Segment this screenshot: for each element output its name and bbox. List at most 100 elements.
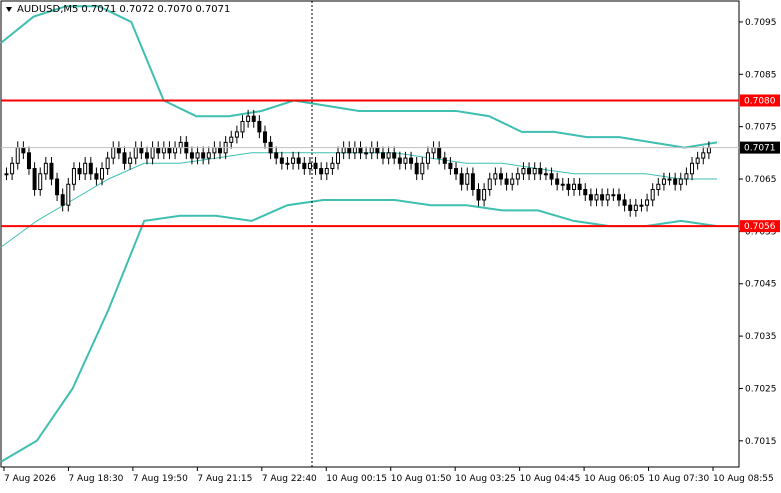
candle-body — [566, 183, 571, 190]
candle-body — [358, 147, 363, 154]
candle-body — [661, 178, 666, 185]
candle-body — [296, 157, 301, 164]
symbol-label: AUDUSD,M5 — [17, 4, 79, 15]
high-value: 0.7072 — [119, 4, 155, 15]
candle-body — [437, 147, 442, 159]
x-tick-label: 10 Aug 00:15 — [326, 474, 387, 484]
candle-body — [527, 168, 532, 175]
candle-body — [425, 152, 430, 164]
candle-body — [144, 152, 149, 159]
candle-body — [178, 141, 183, 149]
candle-body — [476, 188, 481, 201]
candle-body — [442, 157, 447, 164]
candle-body — [195, 152, 200, 159]
x-tick-label: 7 Aug 19:50 — [133, 474, 188, 484]
candle-body — [684, 173, 689, 180]
candle-body — [274, 152, 279, 159]
candle-body — [60, 194, 65, 206]
candle-body — [588, 194, 593, 201]
candle-body — [189, 152, 194, 159]
candle-body — [577, 183, 582, 190]
candle-body — [482, 188, 487, 201]
x-tick-label: 10 Aug 01:50 — [391, 474, 452, 484]
candle-body — [324, 168, 329, 175]
candle-body — [100, 168, 105, 180]
x-tick-label: 10 Aug 07:30 — [649, 474, 710, 484]
close-value: 0.7071 — [195, 4, 231, 15]
candle-body — [83, 162, 88, 175]
y-tick-label: 0.7075 — [745, 123, 777, 133]
candle-body — [678, 178, 683, 185]
candle-body — [307, 162, 312, 170]
candle-body — [515, 173, 520, 180]
candle-body — [66, 183, 71, 206]
candle-body — [229, 136, 234, 143]
candle-body — [656, 183, 661, 190]
candle-body — [628, 204, 633, 211]
candle-body — [448, 162, 453, 170]
y-tick-label: 0.7085 — [745, 70, 777, 80]
candle-body — [201, 152, 206, 159]
collapse-triangle-icon[interactable] — [6, 7, 12, 12]
candle-body — [622, 199, 627, 206]
candle-body — [21, 147, 26, 154]
candle-body — [38, 173, 43, 190]
candle-body — [532, 168, 537, 175]
candle-body — [246, 115, 251, 122]
candle-body — [105, 157, 110, 170]
candle-body — [139, 147, 144, 154]
candle-body — [409, 157, 414, 164]
candle-body — [94, 173, 99, 180]
candle-body — [470, 173, 475, 190]
candle-body — [71, 168, 76, 185]
candle-body — [611, 194, 616, 197]
x-tick-label: 7 Aug 18:30 — [68, 474, 123, 484]
candle-body — [319, 168, 324, 175]
candle-body — [414, 162, 419, 175]
candle-body — [386, 152, 391, 159]
open-value: 0.7071 — [81, 4, 117, 15]
candle-body — [285, 162, 290, 165]
candle-body — [633, 204, 638, 211]
candle-body — [364, 152, 369, 155]
candle-body — [313, 162, 318, 170]
candle-body — [15, 147, 20, 164]
y-tick-label: 0.7095 — [745, 18, 777, 28]
x-tick-label: 7 Aug 2026 — [4, 474, 56, 484]
candle-body — [240, 120, 245, 133]
candle-body — [218, 147, 223, 154]
candle-body — [521, 168, 526, 175]
x-tick-label: 10 Aug 08:55 — [713, 474, 774, 484]
candle-body — [701, 152, 706, 159]
candle-body — [420, 162, 425, 175]
plot-border — [0, 0, 740, 468]
candle-body — [465, 173, 470, 185]
candle-body — [116, 147, 121, 154]
current-price-label: 0.7071 — [744, 144, 776, 154]
candle-body — [583, 188, 588, 196]
price-chart-svg[interactable]: 0.70950.70850.70750.70650.70550.70450.70… — [0, 0, 781, 489]
candle-body — [403, 157, 408, 164]
candle-body — [650, 188, 655, 201]
candle-body — [645, 199, 650, 206]
candle-body — [206, 152, 211, 159]
level-price-label: 0.7080 — [744, 96, 776, 106]
chart-area[interactable]: 0.7095 0.7085 0.7075 0.7065 0.7055 0.7045 0.70… — [0, 0, 781, 489]
candle-body — [32, 168, 37, 190]
candle-body — [397, 157, 402, 164]
symbol-header: AUDUSD,M5 0.7071 0.7072 0.7070 0.7071 — [6, 4, 230, 15]
candle-body — [161, 147, 166, 154]
candle-body — [347, 147, 352, 154]
candle-body — [10, 162, 15, 175]
candle-body — [133, 147, 138, 159]
candle-body — [431, 147, 436, 154]
candle-body — [600, 194, 605, 201]
candle-body — [667, 178, 672, 181]
candle-body — [111, 147, 116, 159]
candle-body — [234, 131, 239, 138]
x-tick-label: 7 Aug 22:40 — [262, 474, 317, 484]
candle-body — [616, 194, 621, 201]
candle-body — [122, 152, 127, 164]
x-tick-label: 10 Aug 04:45 — [520, 474, 581, 484]
candle-body — [560, 183, 565, 186]
